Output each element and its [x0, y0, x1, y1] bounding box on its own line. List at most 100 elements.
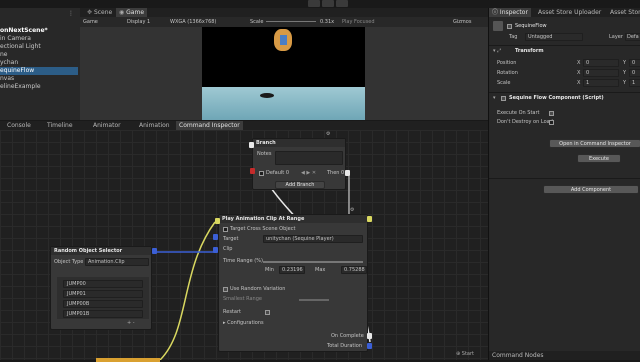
tab-scene[interactable]: ✥ Scene [84, 8, 115, 17]
gizmos-dropdown[interactable]: Gizmos [453, 19, 471, 25]
tag-dropdown[interactable]: Untagged [525, 33, 583, 41]
bottom-tabbar: Console Timeline Animator Animation Comm… [0, 121, 488, 130]
object-type-dropdown[interactable]: Animation.Clip [85, 258, 149, 266]
tab-game[interactable]: ◉ Game [116, 8, 148, 17]
start-node-stub[interactable] [96, 358, 160, 362]
pos-y-label: Y [623, 60, 627, 66]
clip-label: Clip [223, 246, 233, 252]
layer-dropdown[interactable]: Defa [625, 33, 640, 41]
step-button[interactable] [336, 0, 348, 7]
hierarchy-item-canvas[interactable]: nvas [0, 75, 14, 83]
pause-button[interactable] [322, 0, 334, 7]
time-range-slider[interactable] [263, 261, 363, 263]
use-random-label: Use Random Variation [230, 286, 286, 292]
game-mode-dropdown[interactable]: Game [83, 19, 98, 25]
pos-x-field[interactable]: 0 [583, 59, 619, 67]
restart-checkbox[interactable] [265, 310, 270, 315]
max-field[interactable]: 0.75288 [341, 266, 367, 274]
hierarchy-item-sequineflow[interactable]: equineFlow [0, 67, 78, 75]
target-label: Target [223, 236, 239, 242]
game-render [202, 27, 365, 120]
component-title[interactable]: Sequine Flow Component (Script) [509, 95, 604, 101]
play-anim-node[interactable]: Play Animation Clip At Range Target Cros… [218, 214, 368, 352]
branch-default-label: Default 0 [266, 170, 290, 176]
min-label: Min [265, 267, 274, 273]
rot-x-field[interactable]: 0 [583, 69, 619, 77]
configurations-label[interactable]: ▸ Configurations [223, 320, 264, 326]
hierarchy-item-scene[interactable]: onNextScene* [0, 27, 48, 35]
branch-settings-icon[interactable]: ⚙ [326, 131, 330, 137]
dont-destroy-checkbox[interactable] [549, 120, 554, 125]
scl-x-field[interactable]: 1 [583, 79, 619, 87]
play-button[interactable] [308, 0, 320, 7]
hierarchy-item-light[interactable]: ectional Light [0, 43, 41, 51]
add-branch-button[interactable]: Add Branch [275, 181, 325, 189]
scale-label: Scale [250, 19, 264, 25]
add-component-button[interactable]: Add Component [543, 185, 639, 194]
display-dropdown[interactable]: Display 1 [127, 19, 150, 25]
execute-on-start-checkbox[interactable] [549, 111, 554, 116]
tab-command-nodes[interactable]: Command Nodes [489, 351, 547, 360]
branch-default-port[interactable] [250, 168, 255, 174]
target-cross-checkbox[interactable] [223, 227, 228, 232]
component-expand-icon[interactable]: ▾ [493, 95, 496, 101]
branch-node[interactable]: Branch Notes Default 0 ◀ ▶ ✕ Then 0 Add … [252, 138, 346, 190]
branch-default-checkbox[interactable] [259, 171, 264, 176]
list-item[interactable]: JUMP00B [63, 300, 143, 308]
tab-animator[interactable]: Animator [90, 121, 124, 130]
selector-out-port[interactable] [152, 248, 157, 254]
list-item[interactable]: JUMP01B [63, 310, 143, 318]
list-item[interactable]: JUMP00 [63, 280, 143, 288]
resolution-dropdown[interactable]: WXGA (1366x768) [170, 19, 216, 25]
tab-asset-store-uploader[interactable]: Asset Store Uploader [535, 8, 604, 17]
scale-slider[interactable] [266, 21, 316, 22]
branch-then-label: Then 0 [327, 170, 345, 176]
on-complete-label: On Complete [331, 333, 364, 339]
play-anim-out-port[interactable] [367, 216, 372, 222]
random-selector-title: Random Object Selector [51, 247, 151, 255]
branch-in-port[interactable] [249, 142, 254, 148]
target-field[interactable]: unitychan (Sequine Player) [263, 235, 363, 243]
game-view[interactable] [80, 27, 488, 120]
play-anim-in-port[interactable] [215, 218, 220, 224]
smallest-range-slider[interactable] [299, 299, 329, 301]
component-enabled-checkbox[interactable] [501, 96, 506, 101]
play-anim-settings-icon[interactable]: ⚙ [350, 207, 354, 213]
tab-inspector[interactable]: ⓘ Inspector [489, 8, 531, 17]
rot-y-field[interactable]: 0 [629, 69, 640, 77]
rot-y-label: Y [623, 70, 627, 76]
branch-arrows-icon[interactable]: ◀ ▶ ✕ [301, 170, 316, 176]
more-icon[interactable]: ⋮ [68, 10, 74, 17]
execute-button[interactable]: Execute [577, 154, 621, 163]
tab-console[interactable]: Console [4, 121, 34, 130]
rot-x-label: X [577, 70, 581, 76]
tab-command-inspector[interactable]: Command Inspector [176, 121, 243, 130]
random-selector-node[interactable]: Random Object Selector Object Type Anima… [50, 246, 152, 330]
play-focused-dropdown[interactable]: Play Focused [342, 19, 375, 25]
transform-title[interactable]: Transform [515, 48, 544, 54]
min-field[interactable]: 0.23196 [279, 266, 305, 274]
active-checkbox[interactable] [507, 24, 512, 29]
object-name[interactable]: SequineFlow [515, 23, 547, 29]
branch-notes-field[interactable] [275, 151, 343, 165]
tab-timeline[interactable]: Timeline [44, 121, 76, 130]
hierarchy-item-unitychan[interactable]: ychan [0, 59, 18, 67]
tab-asset-store-up2[interactable]: Asset Store Up [607, 8, 640, 17]
hierarchy-item-camera[interactable]: in Camera [0, 35, 31, 43]
pos-y-field[interactable]: 0 [629, 59, 640, 67]
command-graph[interactable]: Branch Notes Default 0 ◀ ▶ ✕ Then 0 Add … [0, 130, 488, 362]
list-item[interactable]: JUMP01 [63, 290, 143, 298]
tab-animation[interactable]: Animation [136, 121, 173, 130]
hierarchy-item-timeline[interactable]: elineExample [0, 83, 41, 91]
total-duration-port[interactable] [367, 343, 372, 349]
scl-y-field[interactable]: 1 [629, 79, 640, 87]
pos-x-label: X [577, 60, 581, 66]
on-complete-port[interactable] [367, 333, 372, 339]
hierarchy-item-ne[interactable]: ne [0, 51, 8, 59]
clip-port[interactable] [213, 247, 218, 253]
branch-then-port[interactable] [345, 170, 350, 176]
target-port[interactable] [213, 234, 218, 240]
open-command-inspector-button[interactable]: Open in Command Inspector [549, 139, 640, 148]
use-random-checkbox[interactable] [223, 287, 228, 292]
add-item-icon[interactable]: + - [127, 320, 135, 326]
